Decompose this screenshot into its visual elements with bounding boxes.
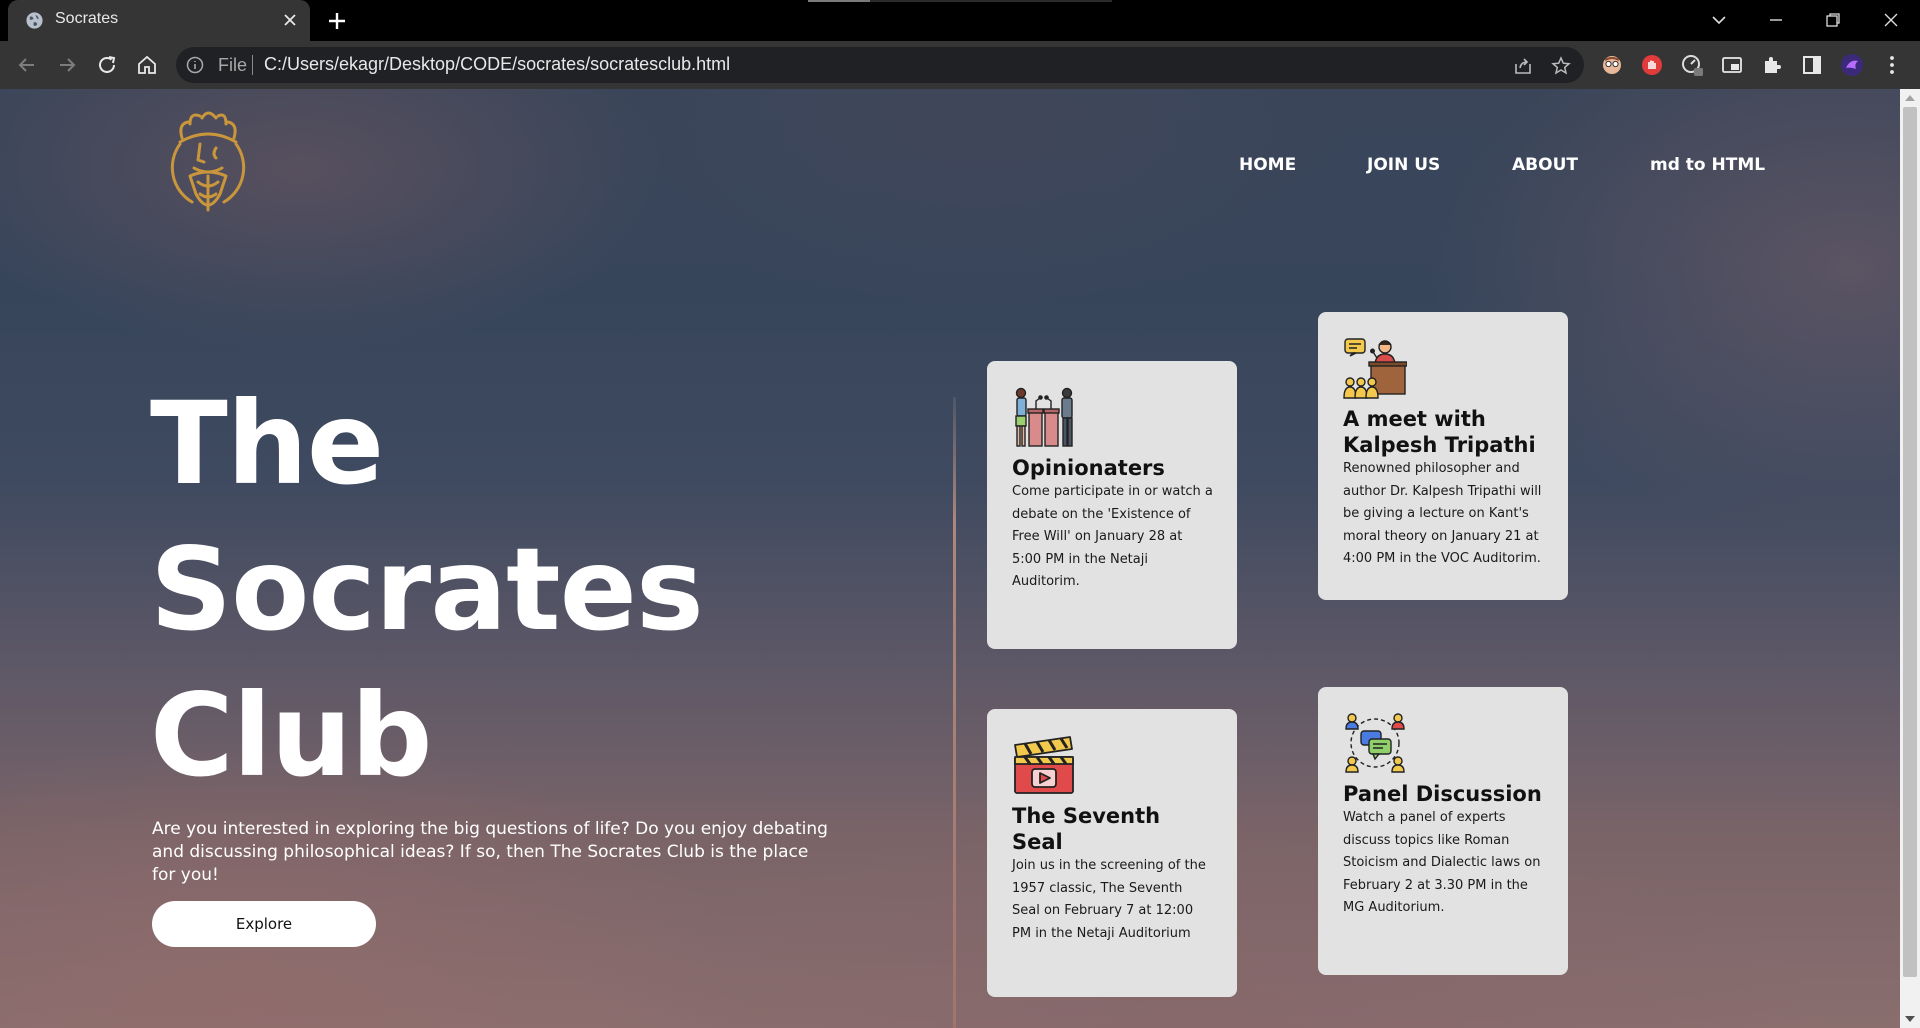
browser-tab-strip: Socrates: [0, 0, 1920, 41]
group-discussion-icon: [1345, 713, 1405, 773]
side-panel-icon[interactable]: [1800, 53, 1824, 77]
debate-podium-icon: [1015, 387, 1073, 447]
lecture-speaker-icon: [1343, 338, 1407, 399]
back-arrow-icon[interactable]: [15, 53, 39, 77]
close-window-icon[interactable]: [1878, 7, 1904, 33]
explore-button[interactable]: Explore: [152, 901, 376, 947]
browser-tab-active[interactable]: Socrates: [8, 0, 310, 41]
page-scrollbar[interactable]: [1900, 89, 1920, 1028]
address-bar[interactable]: File C:/Users/ekagr/Desktop/CODE/socrate…: [176, 47, 1584, 83]
event-card-text: Renowned philosopher and author Dr. Kalp…: [1343, 461, 1542, 566]
film-clapperboard-icon: [1014, 736, 1074, 794]
event-card-seventh-seal[interactable]: The Seventh Seal Join us in the screenin…: [987, 709, 1237, 997]
profile-avatar-icon[interactable]: [1840, 53, 1864, 77]
event-card-panel-discussion[interactable]: Panel Discussion Watch a panel of expert…: [1318, 687, 1568, 975]
globe-icon: [26, 12, 43, 29]
extension-face-icon[interactable]: [1600, 53, 1624, 77]
nav-md-to-html-link[interactable]: md to HTML: [1650, 155, 1765, 175]
event-card-text: Watch a panel of experts discuss topics …: [1343, 810, 1541, 915]
event-card-title: A meet with Kalpesh Tripathi: [1343, 407, 1536, 457]
scroll-up-arrow-icon[interactable]: [1905, 95, 1915, 101]
reload-icon[interactable]: [95, 53, 119, 77]
share-icon[interactable]: [1512, 55, 1534, 77]
url-scheme-label: File: [218, 55, 248, 75]
minimize-icon[interactable]: [1763, 7, 1789, 33]
scroll-down-arrow-icon[interactable]: [1905, 1016, 1915, 1022]
bookmark-star-icon[interactable]: [1550, 55, 1572, 77]
rocket-contrail: [953, 397, 956, 1028]
hero-title-line: The: [150, 377, 384, 510]
hero-description: Are you interested in exploring the big …: [152, 819, 828, 885]
extension-stop-hand-icon[interactable]: [1640, 53, 1664, 77]
tab-search-chevron-icon[interactable]: [1706, 7, 1732, 33]
socrates-logo-icon[interactable]: [160, 110, 256, 218]
site-info-icon[interactable]: [186, 56, 204, 74]
nav-join-us-link[interactable]: JOIN US: [1367, 155, 1440, 175]
event-card-title: Panel Discussion: [1343, 782, 1542, 806]
nav-home-link[interactable]: HOME: [1239, 155, 1296, 175]
picture-in-picture-icon[interactable]: [1720, 53, 1744, 77]
forward-arrow-icon[interactable]: [55, 53, 79, 77]
hero-title-line: Socrates: [150, 523, 704, 656]
nav-about-link[interactable]: ABOUT: [1512, 155, 1578, 175]
event-card-kalpesh-tripathi[interactable]: A meet with Kalpesh Tripathi Renowned ph…: [1318, 312, 1568, 600]
restore-icon[interactable]: [1820, 7, 1846, 33]
home-icon[interactable]: [135, 53, 159, 77]
page-viewport: HOME JOIN US ABOUT md to HTML The Socrat…: [0, 89, 1900, 1028]
event-card-title: Opinionaters: [1012, 456, 1165, 480]
event-card-text: Join us in the screening of the 1957 cla…: [1012, 858, 1206, 941]
close-tab-icon[interactable]: [280, 10, 300, 30]
url-separator: [252, 55, 253, 75]
browser-menu-kebab-icon[interactable]: [1880, 53, 1904, 77]
extensions-puzzle-icon[interactable]: [1760, 53, 1784, 77]
event-card-title: The Seventh Seal: [1012, 804, 1161, 854]
event-card-opinionaters[interactable]: Opinionaters Come participate in or watc…: [987, 361, 1237, 649]
url-text[interactable]: C:/Users/ekagr/Desktop/CODE/socrates/soc…: [264, 54, 730, 75]
new-tab-icon[interactable]: [325, 9, 349, 33]
hero-title: The Socrates Club: [150, 371, 704, 809]
extension-gauge-icon[interactable]: [1680, 53, 1704, 77]
scrollbar-thumb[interactable]: [1903, 107, 1917, 977]
hero-title-line: Club: [150, 669, 433, 802]
tab-title: Socrates: [55, 10, 119, 27]
browser-toolbar: File C:/Users/ekagr/Desktop/CODE/socrate…: [0, 41, 1920, 89]
event-card-text: Come participate in or watch a debate on…: [1012, 484, 1213, 589]
tab-search-indicator: [808, 0, 1112, 2]
